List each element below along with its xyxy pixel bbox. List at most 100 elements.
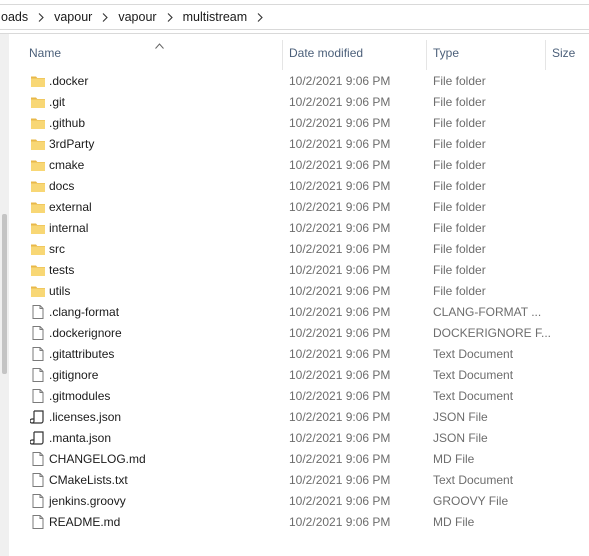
file-name[interactable]: .docker [49,74,88,88]
file-name[interactable]: cmake [49,158,84,172]
column-divider[interactable] [282,40,283,70]
file-date-modified: 10/2/2021 9:06 PM [289,410,391,424]
file-name[interactable]: docs [49,179,74,193]
file-type: GROOVY File [433,494,509,508]
file-row[interactable]: .licenses.json 10/2/2021 9:06 PM JSON File [9,406,589,427]
file-date-modified: 10/2/2021 9:06 PM [289,368,391,382]
chevron-right-icon[interactable] [96,12,114,22]
file-row[interactable]: .dockerignore 10/2/2021 9:06 PM DOCKERIGNO… [9,322,589,343]
folder-icon [30,220,46,236]
file-date-modified: 10/2/2021 9:06 PM [289,494,391,508]
file-row[interactable]: src 10/2/2021 9:06 PM File folder [9,238,589,259]
file-name[interactable]: README.md [49,515,120,529]
file-type: File folder [433,95,486,109]
file-row[interactable]: cmake 10/2/2021 9:06 PM File folder [9,154,589,175]
json-icon [29,409,46,425]
folder-icon [30,73,46,89]
file-date-modified: 10/2/2021 9:06 PM [289,221,391,235]
file-row[interactable]: external 10/2/2021 9:06 PM File folder [9,196,589,217]
file-icon [30,388,46,404]
file-row[interactable]: docs 10/2/2021 9:06 PM File folder [9,175,589,196]
folder-icon [30,199,46,215]
breadcrumb-item[interactable]: vapour [50,10,96,24]
address-bar[interactable]: oads vapour vapour multistream [0,0,589,34]
file-row[interactable]: .gitignore 10/2/2021 9:06 PM Text Document [9,364,589,385]
file-row[interactable]: .gitmodules 10/2/2021 9:06 PM Text Documen… [9,385,589,406]
file-type: Text Document [433,368,514,382]
file-row[interactable]: CMakeLists.txt 10/2/2021 9:06 PM Text Docu… [9,469,589,490]
file-row[interactable]: jenkins.groovy 10/2/2021 9:06 PM GROOVY Fi… [9,490,589,511]
breadcrumb-item[interactable]: oads [0,10,32,24]
folder-icon [30,115,46,131]
navigation-pane-scrollbar[interactable] [0,34,9,556]
file-name[interactable]: CMakeLists.txt [49,473,128,487]
file-type: MD File [433,452,475,466]
file-name[interactable]: .gitattributes [49,347,114,361]
file-type: JSON File [433,410,488,424]
file-date-modified: 10/2/2021 9:06 PM [289,74,391,88]
file-row[interactable]: utils 10/2/2021 9:06 PM File folder [9,280,589,301]
file-row[interactable]: tests 10/2/2021 9:06 PM File folder [9,259,589,280]
folder-icon [30,283,46,299]
file-row[interactable]: .clang-format 10/2/2021 9:06 PM CLANG-FORM… [9,301,589,322]
file-icon [30,472,46,488]
breadcrumb-item[interactable]: vapour [114,10,160,24]
file-row[interactable]: .manta.json 10/2/2021 9:06 PM JSON File [9,427,589,448]
chevron-right-icon[interactable] [251,12,269,22]
column-header-size[interactable]: Size [552,46,575,60]
chevron-right-icon[interactable] [32,12,50,22]
column-divider[interactable] [426,40,427,70]
file-date-modified: 10/2/2021 9:06 PM [289,158,391,172]
file-name[interactable]: external [49,200,92,214]
file-row[interactable]: internal 10/2/2021 9:06 PM File folder [9,217,589,238]
file-name[interactable]: .clang-format [49,305,119,319]
file-name[interactable]: tests [49,263,74,277]
folder-icon [30,136,46,152]
file-name[interactable]: .github [49,116,85,130]
file-name[interactable]: src [49,242,65,256]
file-row[interactable]: 3rdParty 10/2/2021 9:06 PM File folder [9,133,589,154]
file-type: Text Document [433,473,514,487]
file-name[interactable]: 3rdParty [49,137,94,151]
file-row[interactable]: .docker 10/2/2021 9:06 PM File folder [9,70,589,91]
chevron-right-icon[interactable] [161,12,179,22]
column-header-type[interactable]: Type [433,46,459,60]
breadcrumb[interactable]: oads vapour vapour multistream [0,4,589,30]
column-header-date[interactable]: Date modified [289,46,363,60]
file-name[interactable]: .gitmodules [49,389,110,403]
file-name[interactable]: .git [49,95,65,109]
file-name[interactable]: .licenses.json [49,410,121,424]
breadcrumb-item[interactable]: multistream [179,10,252,24]
file-date-modified: 10/2/2021 9:06 PM [289,452,391,466]
file-type: File folder [433,221,486,235]
file-row[interactable]: README.md 10/2/2021 9:06 PM MD File [9,511,589,532]
file-type: CLANG-FORMAT ... [433,305,542,319]
file-row[interactable]: .github 10/2/2021 9:06 PM File folder [9,112,589,133]
file-date-modified: 10/2/2021 9:06 PM [289,263,391,277]
file-icon [30,514,46,530]
file-name[interactable]: .dockerignore [49,326,122,340]
file-name[interactable]: .gitignore [49,368,98,382]
file-date-modified: 10/2/2021 9:06 PM [289,116,391,130]
file-type: File folder [433,74,486,88]
file-date-modified: 10/2/2021 9:06 PM [289,95,391,109]
scrollbar-thumb[interactable] [2,214,7,374]
column-header-name[interactable]: Name [29,46,61,60]
file-name[interactable]: .manta.json [49,431,111,445]
file-date-modified: 10/2/2021 9:06 PM [289,389,391,403]
file-row[interactable]: CHANGELOG.md 10/2/2021 9:06 PM MD File [9,448,589,469]
file-row[interactable]: .gitattributes 10/2/2021 9:06 PM Text Docu… [9,343,589,364]
file-type: File folder [433,158,486,172]
file-name[interactable]: internal [49,221,88,235]
file-row[interactable]: .git 10/2/2021 9:06 PM File folder [9,91,589,112]
file-type: JSON File [433,431,488,445]
column-divider[interactable] [545,40,546,70]
file-date-modified: 10/2/2021 9:06 PM [289,326,391,340]
file-name[interactable]: jenkins.groovy [49,494,126,508]
file-date-modified: 10/2/2021 9:06 PM [289,137,391,151]
folder-icon [30,262,46,278]
folder-icon [30,241,46,257]
file-name[interactable]: utils [49,284,70,298]
file-name[interactable]: CHANGELOG.md [49,452,146,466]
file-type: File folder [433,179,486,193]
